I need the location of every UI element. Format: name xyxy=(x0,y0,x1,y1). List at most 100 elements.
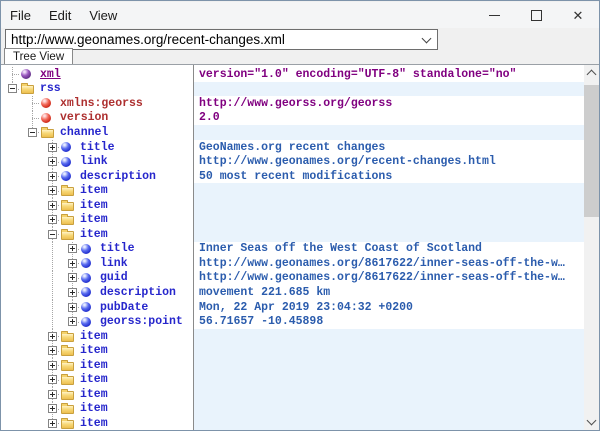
tree-expander-plus[interactable] xyxy=(68,317,77,326)
tree-node-label[interactable]: item xyxy=(80,228,108,241)
tree-expander-plus[interactable] xyxy=(68,288,77,297)
maximize-button[interactable] xyxy=(515,2,557,28)
tree-row[interactable]: item xyxy=(1,372,193,387)
tree-node-label[interactable]: xmlns:georss xyxy=(60,97,143,110)
tree-expander-plus[interactable] xyxy=(68,259,77,268)
url-dropdown-button[interactable] xyxy=(415,30,437,49)
tree-expander-plus[interactable] xyxy=(48,143,57,152)
tree-expander-minus[interactable] xyxy=(28,128,37,137)
tree-row[interactable]: item xyxy=(1,329,193,344)
tree-node-label[interactable]: item xyxy=(80,359,108,372)
tree-row[interactable]: version xyxy=(1,111,193,126)
tree-node-label[interactable]: channel xyxy=(60,126,108,139)
tree-expander-plus[interactable] xyxy=(48,186,57,195)
folder-icon xyxy=(61,187,74,196)
tree-node-label[interactable]: item xyxy=(80,184,108,197)
element-ball-icon xyxy=(61,171,78,181)
tree-row[interactable]: rss xyxy=(1,82,193,97)
tree-row[interactable]: item xyxy=(1,343,193,358)
tree-connector xyxy=(61,314,81,329)
tree-expander-plus[interactable] xyxy=(68,244,77,253)
tree-node-label[interactable]: item xyxy=(80,213,108,226)
tree-expander-plus[interactable] xyxy=(48,346,57,355)
tree-expander-plus[interactable] xyxy=(48,157,57,166)
tree-node-label[interactable]: item xyxy=(80,344,108,357)
tree-row[interactable]: xml xyxy=(1,67,193,82)
tree-row[interactable]: link xyxy=(1,256,193,271)
vertical-scrollbar[interactable] xyxy=(584,65,599,430)
tree-node-label[interactable]: item xyxy=(80,373,108,386)
tree-expander-plus[interactable] xyxy=(48,215,57,224)
tree-node-label[interactable]: item xyxy=(80,330,108,343)
folder-icon xyxy=(61,376,74,385)
tree-row[interactable]: georss:point xyxy=(1,314,193,329)
node-value-row: http://www.geonames.org/8617622/inner-se… xyxy=(194,271,584,286)
tree-row[interactable]: xmlns:georss xyxy=(1,96,193,111)
scroll-up-button[interactable] xyxy=(584,65,599,81)
tree-row[interactable]: item xyxy=(1,198,193,213)
tree-expander-plus[interactable] xyxy=(48,201,57,210)
tree-row[interactable]: item xyxy=(1,358,193,373)
tree-node-label[interactable]: title xyxy=(100,242,135,255)
tree-row[interactable]: guid xyxy=(1,271,193,286)
tree-expander-plus[interactable] xyxy=(48,332,57,341)
menu-edit[interactable]: Edit xyxy=(40,4,80,27)
tree-node-label[interactable]: xml xyxy=(40,68,61,81)
tree-indent-guide xyxy=(1,125,21,140)
tree-expander-plus[interactable] xyxy=(48,419,57,428)
tree-expander-minus[interactable] xyxy=(48,230,57,239)
tree-row[interactable]: item xyxy=(1,183,193,198)
tree-connector xyxy=(21,111,41,126)
tree-row[interactable]: item xyxy=(1,212,193,227)
tree-row[interactable]: item xyxy=(1,227,193,242)
tree-node-label[interactable]: item xyxy=(80,199,108,212)
tree-node-label[interactable]: item xyxy=(80,402,108,415)
node-value-row: 56.71657 -10.45898 xyxy=(194,314,584,329)
tree-node-label[interactable]: link xyxy=(100,257,128,270)
tree-indent-guide xyxy=(21,300,41,315)
tree-node-label[interactable]: georss:point xyxy=(100,315,183,328)
url-input[interactable] xyxy=(6,32,415,47)
tree-expander-minus[interactable] xyxy=(8,84,17,93)
close-button[interactable]: ✕ xyxy=(557,2,599,28)
tree-expander-plus[interactable] xyxy=(48,390,57,399)
node-value-row: http://www.georss.org/georss xyxy=(194,96,584,111)
tree-expander-plus[interactable] xyxy=(48,375,57,384)
tab-tree-view[interactable]: Tree View xyxy=(4,48,73,64)
tree-node-label[interactable]: description xyxy=(80,170,156,183)
tree-node-label[interactable]: guid xyxy=(100,271,128,284)
tree-row[interactable]: item xyxy=(1,387,193,402)
tree-row[interactable]: description xyxy=(1,169,193,184)
scroll-down-button[interactable] xyxy=(584,414,599,430)
folder-icon xyxy=(61,345,78,356)
tree-expander-plus[interactable] xyxy=(48,361,57,370)
tree-node-label[interactable]: item xyxy=(80,388,108,401)
folder-icon xyxy=(61,185,78,196)
tree-row[interactable]: title xyxy=(1,242,193,257)
tree-row[interactable]: pubDate xyxy=(1,300,193,315)
scrollbar-thumb[interactable] xyxy=(584,85,599,217)
tree-node-label[interactable]: version xyxy=(60,111,108,124)
tree-row[interactable]: title xyxy=(1,140,193,155)
tree-row[interactable]: item xyxy=(1,416,193,430)
menu-view[interactable]: View xyxy=(80,4,126,27)
tree-node-label[interactable]: title xyxy=(80,141,115,154)
element-ball-icon xyxy=(61,157,78,167)
tree-row[interactable]: link xyxy=(1,154,193,169)
tree-node-label[interactable]: link xyxy=(80,155,108,168)
tree-row[interactable]: description xyxy=(1,285,193,300)
tree-node-label[interactable]: pubDate xyxy=(100,301,148,314)
tree-expander-plus[interactable] xyxy=(68,303,77,312)
minimize-button[interactable] xyxy=(473,2,515,28)
node-value-text: movement 221.685 km xyxy=(199,286,330,299)
tree-expander-plus[interactable] xyxy=(48,404,57,413)
tree-row[interactable]: item xyxy=(1,402,193,417)
menu-file[interactable]: File xyxy=(1,4,40,27)
tree-expander-plus[interactable] xyxy=(68,273,77,282)
tree-row[interactable]: channel xyxy=(1,125,193,140)
tree-node-label[interactable]: description xyxy=(100,286,176,299)
tree-node-label[interactable]: item xyxy=(80,417,108,430)
close-icon: ✕ xyxy=(573,9,584,22)
tree-node-label[interactable]: rss xyxy=(40,82,61,95)
tree-expander-plus[interactable] xyxy=(48,172,57,181)
